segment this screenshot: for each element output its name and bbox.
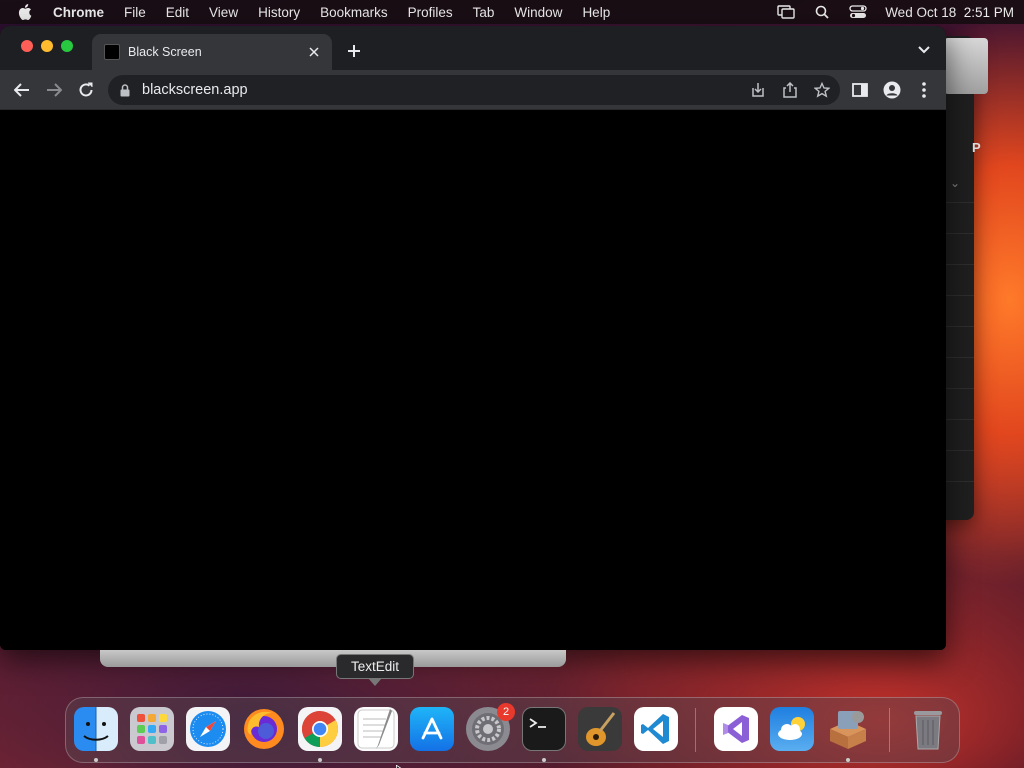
drive-icon: [944, 38, 988, 94]
close-tab-icon[interactable]: [306, 44, 322, 60]
share-icon[interactable]: [782, 82, 798, 98]
minimize-window-button[interactable]: [41, 40, 53, 52]
weather-icon[interactable]: [770, 707, 814, 751]
safari-icon[interactable]: [186, 707, 230, 751]
installer-icon[interactable]: [826, 707, 870, 751]
chrome-window: Black Screen blackscreen.app: [0, 26, 946, 650]
launchpad-icon[interactable]: [130, 707, 174, 751]
menubar-clock[interactable]: Wed Oct 18 2:51 PM: [885, 5, 1014, 20]
dock-tooltip: TextEdit: [336, 654, 414, 679]
dock-separator: [695, 708, 696, 752]
back-arrow-icon[interactable]: [12, 80, 32, 100]
visual-studio-icon[interactable]: [714, 707, 758, 751]
favicon-icon: [104, 44, 120, 60]
browser-toolbar: blackscreen.app: [0, 70, 946, 110]
menu-profiles[interactable]: Profiles: [408, 5, 453, 20]
apple-menu-icon[interactable]: [18, 4, 34, 20]
profile-avatar-icon[interactable]: [882, 80, 902, 100]
address-bar[interactable]: blackscreen.app: [108, 75, 840, 105]
menu-view[interactable]: View: [209, 5, 238, 20]
more-menu-icon[interactable]: [914, 80, 934, 100]
tab-black-screen[interactable]: Black Screen: [92, 34, 332, 70]
bookmark-star-icon[interactable]: [814, 82, 830, 98]
menu-help[interactable]: Help: [582, 5, 610, 20]
tab-strip: Black Screen: [0, 26, 946, 70]
spotlight-search-icon[interactable]: [813, 4, 831, 20]
chrome-running-dot: [318, 758, 322, 762]
menu-window[interactable]: Window: [514, 5, 562, 20]
app-store-icon[interactable]: [410, 707, 454, 751]
vscode-icon[interactable]: [634, 707, 678, 751]
menu-bar: Chrome File Edit View History Bookmarks …: [0, 0, 1024, 24]
url-text: blackscreen.app: [142, 82, 248, 98]
menu-edit[interactable]: Edit: [166, 5, 189, 20]
menu-app-name[interactable]: Chrome: [53, 5, 104, 20]
dock-tooltip-arrow: [368, 678, 382, 686]
page-content-black[interactable]: [0, 111, 946, 650]
close-window-button[interactable]: [21, 40, 33, 52]
install-app-icon[interactable]: [750, 82, 766, 98]
menu-history[interactable]: History: [258, 5, 300, 20]
garageband-icon[interactable]: [578, 707, 622, 751]
installer-running-dot: [846, 758, 850, 762]
menu-tab[interactable]: Tab: [473, 5, 495, 20]
screen-mirroring-icon[interactable]: [777, 4, 795, 20]
terminal-icon[interactable]: [522, 707, 566, 751]
textedit-icon[interactable]: [354, 707, 398, 751]
finder-icon[interactable]: [74, 707, 118, 751]
background-window-rows: [946, 172, 974, 482]
terminal-running-dot: [542, 758, 546, 762]
firefox-icon[interactable]: [242, 707, 286, 751]
dock: 2: [65, 697, 960, 763]
tab-search-chevron-icon[interactable]: [916, 42, 932, 58]
background-window-label: P: [972, 140, 981, 155]
reload-icon[interactable]: [76, 80, 96, 100]
chrome-icon[interactable]: [298, 707, 342, 751]
mouse-cursor-icon: [395, 760, 404, 768]
side-panel-icon[interactable]: [850, 80, 870, 100]
lock-icon[interactable]: [120, 83, 132, 97]
settings-notification-badge: 2: [497, 703, 515, 721]
textedit-window-edge[interactable]: [100, 650, 566, 667]
control-center-icon[interactable]: [849, 4, 867, 20]
menu-file[interactable]: File: [124, 5, 146, 20]
tab-title: Black Screen: [128, 45, 202, 59]
menu-bookmarks[interactable]: Bookmarks: [320, 5, 388, 20]
new-tab-icon[interactable]: [345, 42, 363, 60]
finder-running-dot: [94, 758, 98, 762]
forward-arrow-icon[interactable]: [44, 80, 64, 100]
trash-icon[interactable]: [906, 707, 950, 751]
zoom-window-button[interactable]: [61, 40, 73, 52]
dock-separator-trash: [889, 708, 890, 752]
